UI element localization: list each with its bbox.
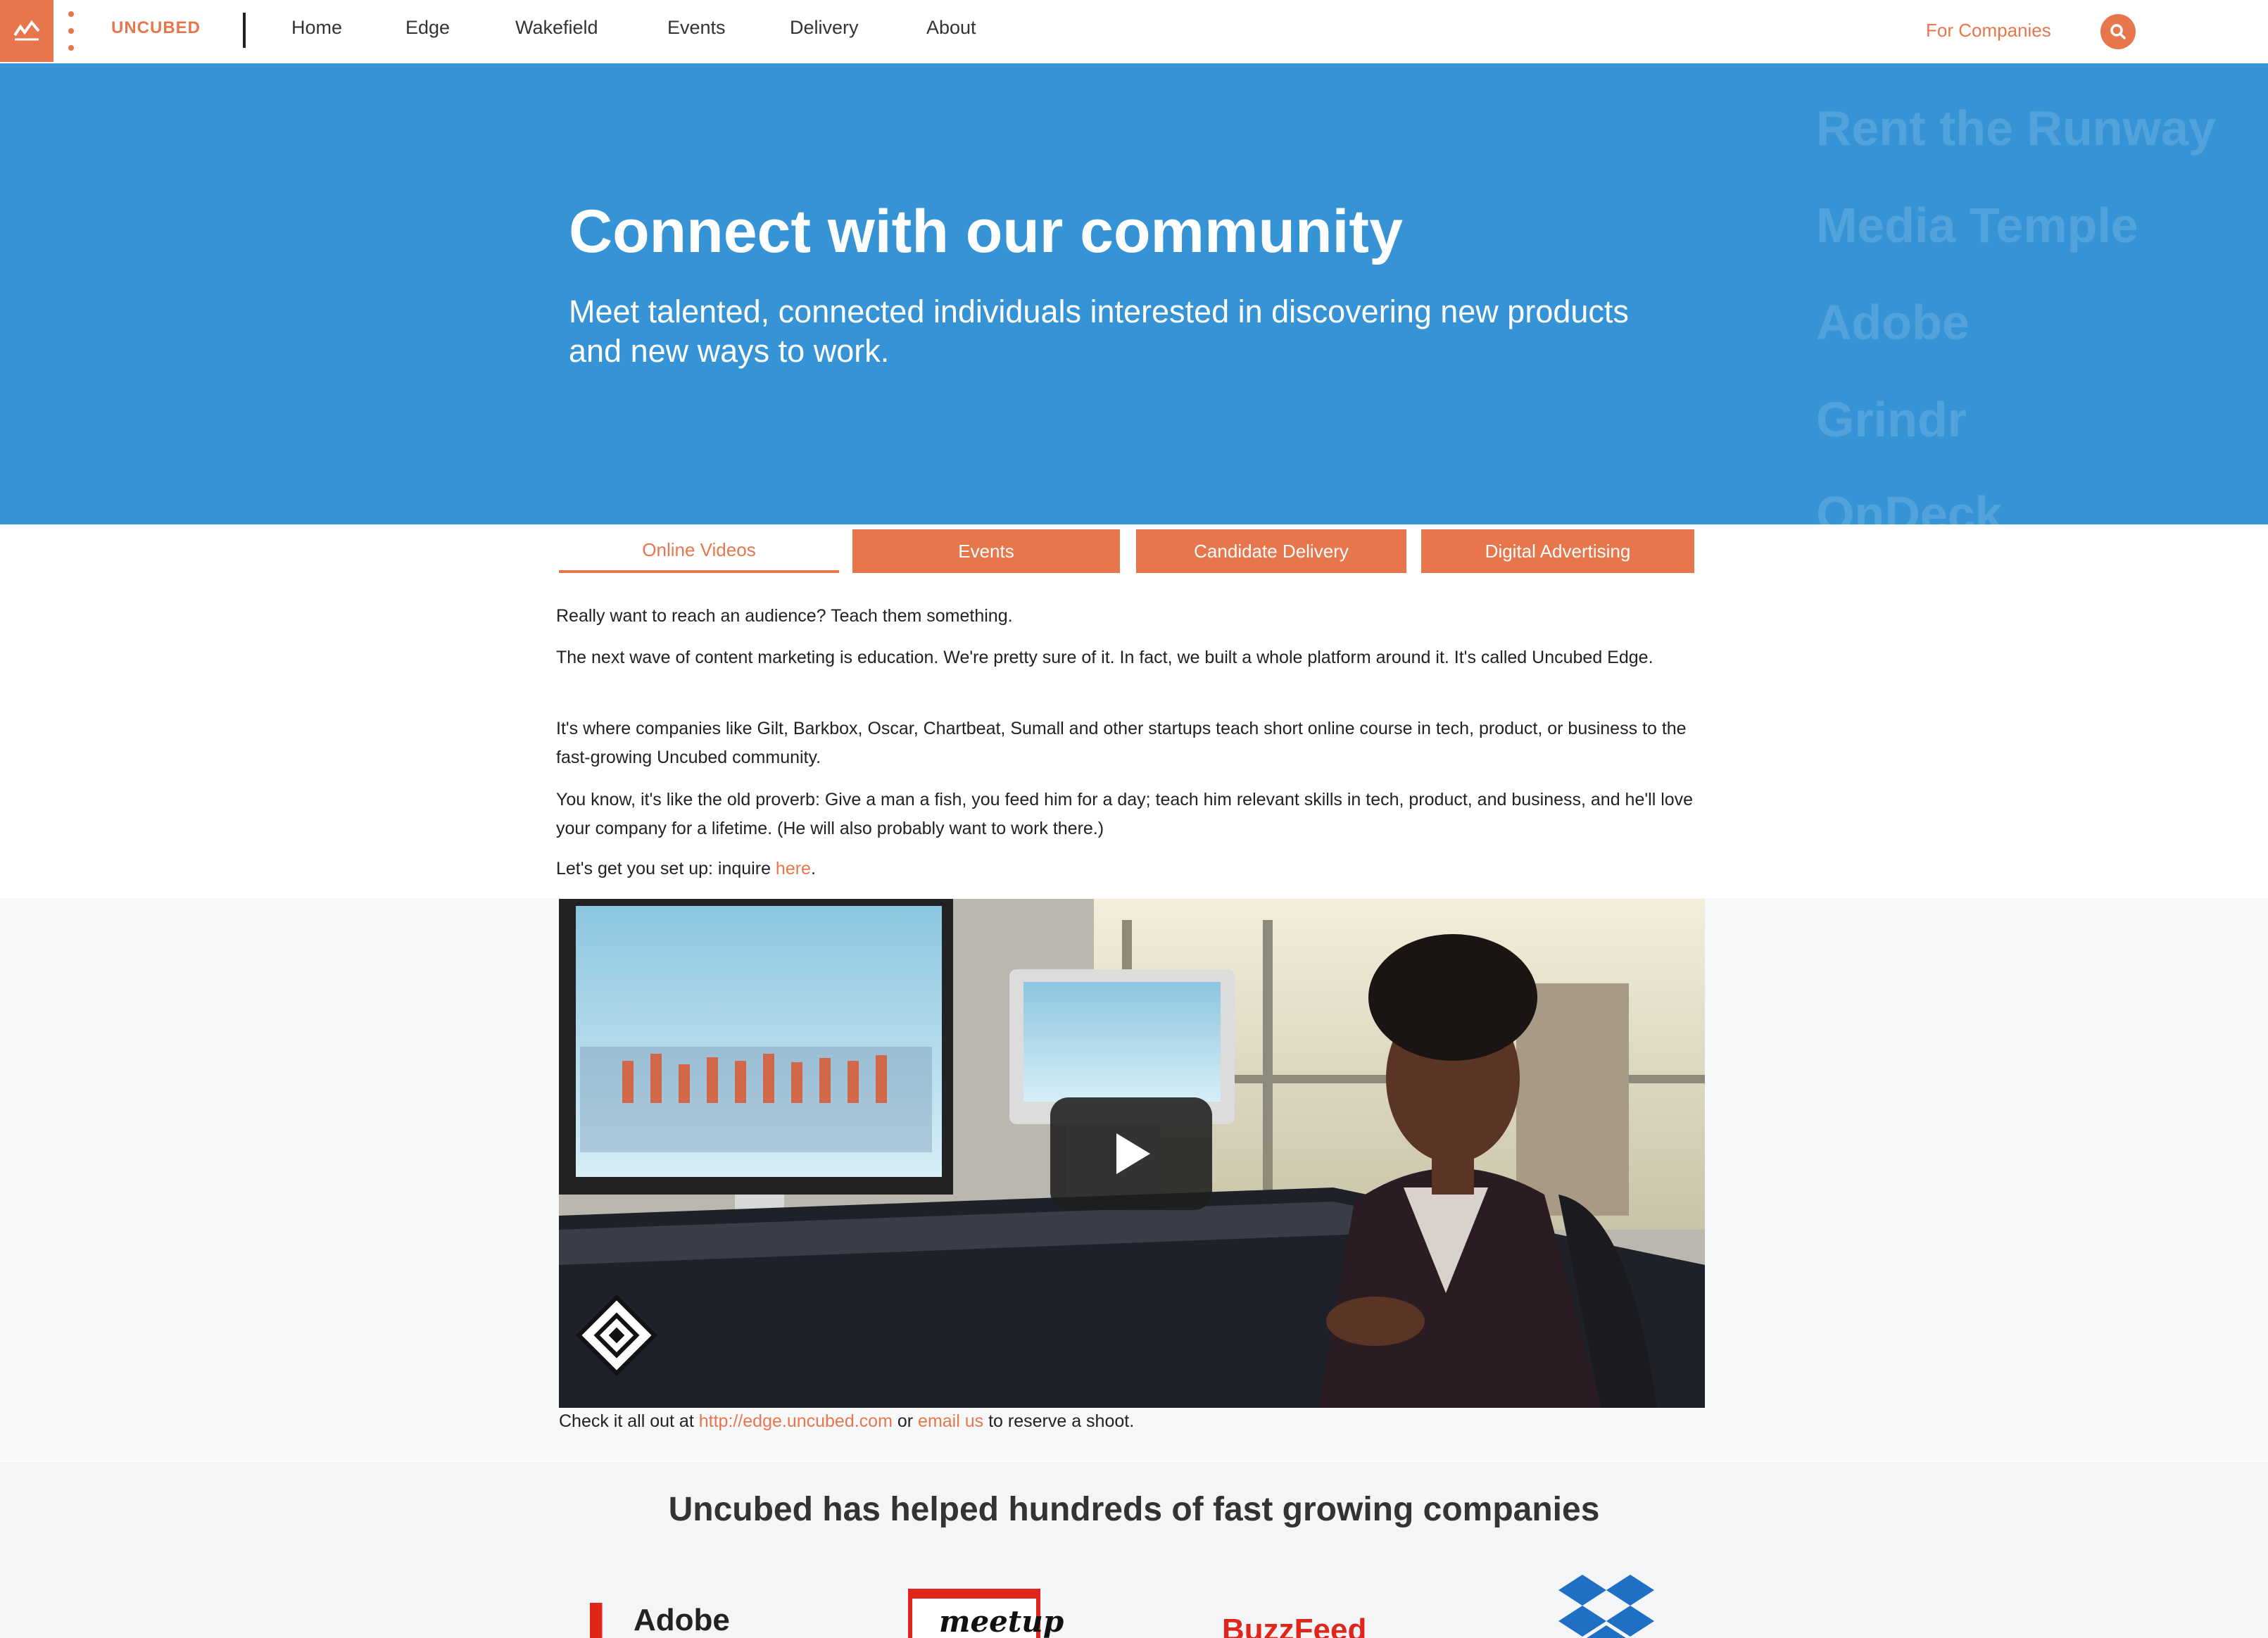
tab-events[interactable]: Events [852,529,1120,573]
meetup-wordmark: meetup [939,1604,1064,1638]
companies-section: Uncubed has helped hundreds of fast grow… [0,1462,2268,1638]
nav-about[interactable]: About [926,17,976,39]
search-button[interactable] [2100,14,2136,49]
brand-name[interactable]: UNCUBED [111,18,201,38]
proverb-paragraph: You know, it's like the old proverb: Giv… [556,790,1694,838]
nav-delivery[interactable]: Delivery [790,17,859,39]
hero-title: Connect with our community [569,198,1403,265]
nav-home[interactable]: Home [291,17,342,39]
intro-paragraph: Really want to reach an audience? Teach … [556,606,1013,626]
edge-url-link[interactable]: http://edge.uncubed.com [699,1411,893,1431]
email-us-link[interactable]: email us [918,1411,983,1431]
play-icon [1116,1133,1150,1174]
education-paragraph: The next wave of content marketing is ed… [556,648,1653,667]
nav-edge[interactable]: Edge [405,17,450,39]
ghost-company: OnDeck [1816,486,2003,524]
video-player[interactable] [559,899,1705,1408]
top-nav: UNCUBED Home Edge Wakefield Events Deliv… [0,0,2268,63]
uncubed-edge-badge-icon [576,1294,657,1376]
companies-paragraph: It's where companies like Gilt, Barkbox,… [556,719,1687,767]
ghost-company: Adobe [1816,295,1970,350]
nav-divider [243,13,246,48]
nav-wakefield[interactable]: Wakefield [515,17,598,39]
inquire-suffix: . [810,859,816,878]
hero-subtitle: Meet talented, connected individuals int… [569,294,1629,369]
hero-banner: Rent the Runway Media Temple Adobe Grind… [0,63,2268,524]
video-caption: Check it all out at http://edge.uncubed.… [559,1411,1134,1432]
uncubed-logo-mark[interactable] [0,0,53,62]
caption-text: or [892,1411,919,1431]
buzzfeed-logo: BuzzFeed [1222,1613,1367,1638]
adobe-logo: Adobe [590,1603,730,1638]
search-icon [2110,24,2126,39]
tab-online-videos[interactable]: Online Videos [559,529,839,573]
dropbox-logo-icon [1558,1575,1654,1638]
inquire-here-link[interactable]: here [776,859,811,878]
for-companies-link[interactable]: For Companies [1926,20,2051,42]
tab-candidate-delivery[interactable]: Candidate Delivery [1136,529,1406,573]
play-button[interactable] [1050,1097,1212,1210]
meetup-logo: meetup [908,1589,1064,1638]
ghost-company: Media Temple [1816,198,2138,253]
caption-text: to reserve a shoot. [983,1411,1135,1431]
adobe-mark-icon [590,1603,603,1638]
ghost-company: Grindr [1816,392,1967,447]
logo-icon [13,20,40,41]
inquire-paragraph: Let's get you set up: inquire here. [556,855,1696,883]
companies-title: Uncubed has helped hundreds of fast grow… [668,1491,1600,1528]
caption-text: Check it all out at [559,1411,699,1431]
menu-dots-icon[interactable] [66,11,76,51]
inquire-text: Let's get you set up: inquire [556,859,776,878]
tab-digital-advertising[interactable]: Digital Advertising [1421,529,1694,573]
nav-events[interactable]: Events [667,17,726,39]
ghost-company: Rent the Runway [1816,101,2216,156]
adobe-wordmark: Adobe [634,1603,730,1637]
